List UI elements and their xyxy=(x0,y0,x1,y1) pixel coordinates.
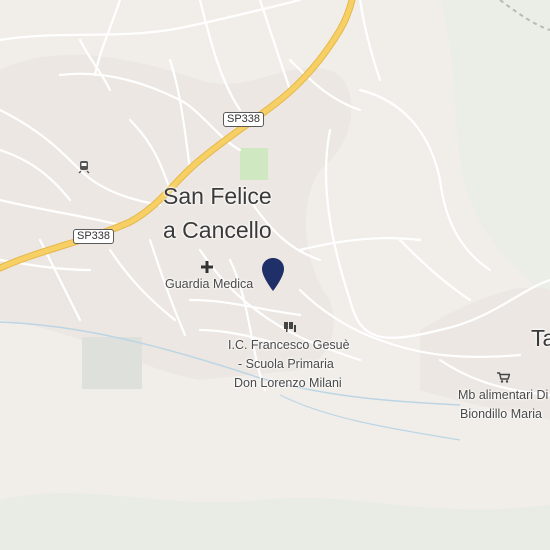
poi-label-school[interactable]: Don Lorenzo Milani xyxy=(234,374,342,392)
hill-area xyxy=(440,0,550,300)
poi-label-shop[interactable]: Mb alimentari Di xyxy=(458,386,548,404)
train-station-icon[interactable] xyxy=(78,160,90,174)
industrial-block xyxy=(82,337,142,389)
stream xyxy=(279,394,461,441)
poi-label-shop[interactable]: Biondillo Maria xyxy=(460,405,542,423)
medical-cross-icon[interactable] xyxy=(201,261,213,273)
hill-area xyxy=(0,492,550,550)
location-pin-icon[interactable] xyxy=(261,258,285,291)
town-label[interactable]: a Cancello xyxy=(163,214,272,246)
poi-label-school[interactable]: - Scuola Primaria xyxy=(238,355,334,373)
map-view[interactable]: SP338 SP338 San Felice a Cancello Ta Gua… xyxy=(0,0,550,550)
poi-label-guardia-medica[interactable]: Guardia Medica xyxy=(165,275,253,293)
poi-label-school[interactable]: I.C. Francesco Gesuè xyxy=(228,336,350,354)
town-label[interactable]: San Felice xyxy=(163,180,272,212)
road-shield-sp338: SP338 xyxy=(73,229,115,244)
town-label-edge[interactable]: Ta xyxy=(531,322,550,354)
shopping-cart-icon[interactable] xyxy=(497,372,510,383)
park xyxy=(240,148,268,180)
road-shield-sp338: SP338 xyxy=(223,112,265,127)
school-icon[interactable] xyxy=(283,321,297,333)
